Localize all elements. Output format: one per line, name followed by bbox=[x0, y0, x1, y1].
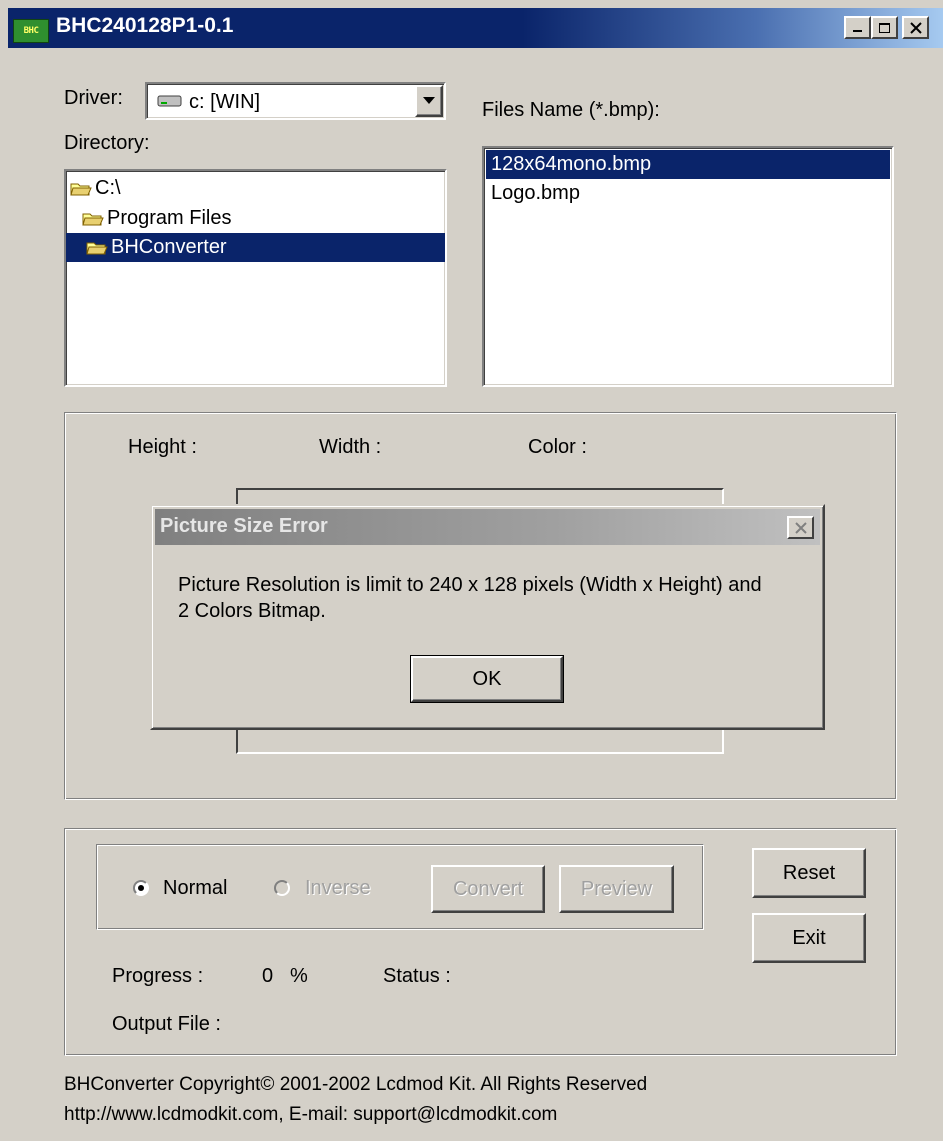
directory-item-selected[interactable]: BHConverter bbox=[66, 233, 445, 262]
directory-item[interactable]: Program Files bbox=[82, 204, 231, 233]
width-label: Width : bbox=[319, 436, 382, 458]
directory-list[interactable]: C:\ Program Files BHConverter bbox=[64, 169, 447, 387]
folder-open-icon bbox=[70, 183, 92, 195]
output-file-label: Output File : bbox=[112, 1013, 221, 1035]
drive-icon bbox=[157, 95, 182, 107]
exit-button-label: Exit bbox=[792, 926, 826, 949]
app-icon: BHC bbox=[13, 19, 49, 43]
convert-button[interactable]: Convert bbox=[431, 865, 545, 913]
driver-value: c: [WIN] bbox=[189, 91, 261, 113]
folder-open-icon bbox=[82, 213, 104, 225]
file-item[interactable]: Logo.bmp bbox=[491, 179, 580, 208]
reset-button-label: Reset bbox=[782, 861, 836, 884]
normal-radio[interactable] bbox=[133, 880, 149, 896]
ok-button[interactable]: OK bbox=[410, 655, 564, 703]
inverse-label: Inverse bbox=[305, 877, 371, 899]
window-title: BHC240128P1-0.1 bbox=[56, 14, 234, 37]
driver-select[interactable]: c: [WIN] bbox=[145, 82, 446, 120]
folder-open-icon bbox=[86, 242, 108, 254]
directory-item-label: C:\ bbox=[95, 177, 121, 199]
close-button[interactable] bbox=[902, 16, 929, 39]
progress-label: Progress : bbox=[112, 965, 204, 987]
ok-button-label: OK bbox=[472, 667, 502, 690]
dialog-close-button[interactable] bbox=[787, 516, 814, 539]
maximize-button[interactable] bbox=[871, 16, 898, 39]
chevron-down-icon bbox=[423, 97, 435, 104]
status-label: Status : bbox=[383, 965, 451, 987]
reset-button[interactable]: Reset bbox=[752, 848, 866, 898]
file-item-label: 128x64mono.bmp bbox=[491, 153, 652, 175]
file-item-label: Logo.bmp bbox=[491, 182, 580, 204]
progress-value: 0 bbox=[262, 965, 274, 987]
close-icon bbox=[909, 21, 922, 34]
convert-button-label: Convert bbox=[452, 877, 524, 900]
minimize-button[interactable] bbox=[844, 16, 871, 39]
minimize-icon bbox=[852, 29, 862, 32]
maximize-icon bbox=[878, 22, 890, 33]
close-icon bbox=[794, 521, 807, 534]
preview-button-label: Preview bbox=[580, 877, 653, 900]
exit-button[interactable]: Exit bbox=[752, 913, 866, 963]
color-label: Color : bbox=[528, 436, 587, 458]
driver-dropdown-button[interactable] bbox=[415, 85, 443, 117]
height-label: Height : bbox=[128, 436, 197, 458]
normal-label: Normal bbox=[163, 877, 228, 899]
preview-button[interactable]: Preview bbox=[559, 865, 674, 913]
radio-dot bbox=[138, 885, 144, 891]
copyright-text: BHConverter Copyright© 2001-2002 Lcdmod … bbox=[64, 1074, 648, 1095]
files-label: Files Name (*.bmp): bbox=[482, 99, 660, 121]
contact-text: http://www.lcdmodkit.com, E-mail: suppor… bbox=[64, 1104, 558, 1125]
directory-item[interactable]: C:\ bbox=[70, 174, 121, 203]
driver-label: Driver: bbox=[64, 87, 123, 109]
file-item-selected[interactable]: 128x64mono.bmp bbox=[486, 150, 890, 179]
files-list[interactable]: 128x64mono.bmp Logo.bmp bbox=[482, 146, 894, 387]
directory-item-label: Program Files bbox=[107, 207, 232, 229]
dialog-title: Picture Size Error bbox=[160, 515, 328, 537]
progress-unit: % bbox=[290, 965, 308, 987]
directory-item-label: BHConverter bbox=[111, 236, 227, 258]
dialog-message-line2: 2 Colors Bitmap. bbox=[178, 600, 326, 622]
directory-label: Directory: bbox=[64, 132, 150, 154]
inverse-radio[interactable] bbox=[274, 880, 290, 896]
dialog-message-line1: Picture Resolution is limit to 240 x 128… bbox=[178, 574, 762, 596]
